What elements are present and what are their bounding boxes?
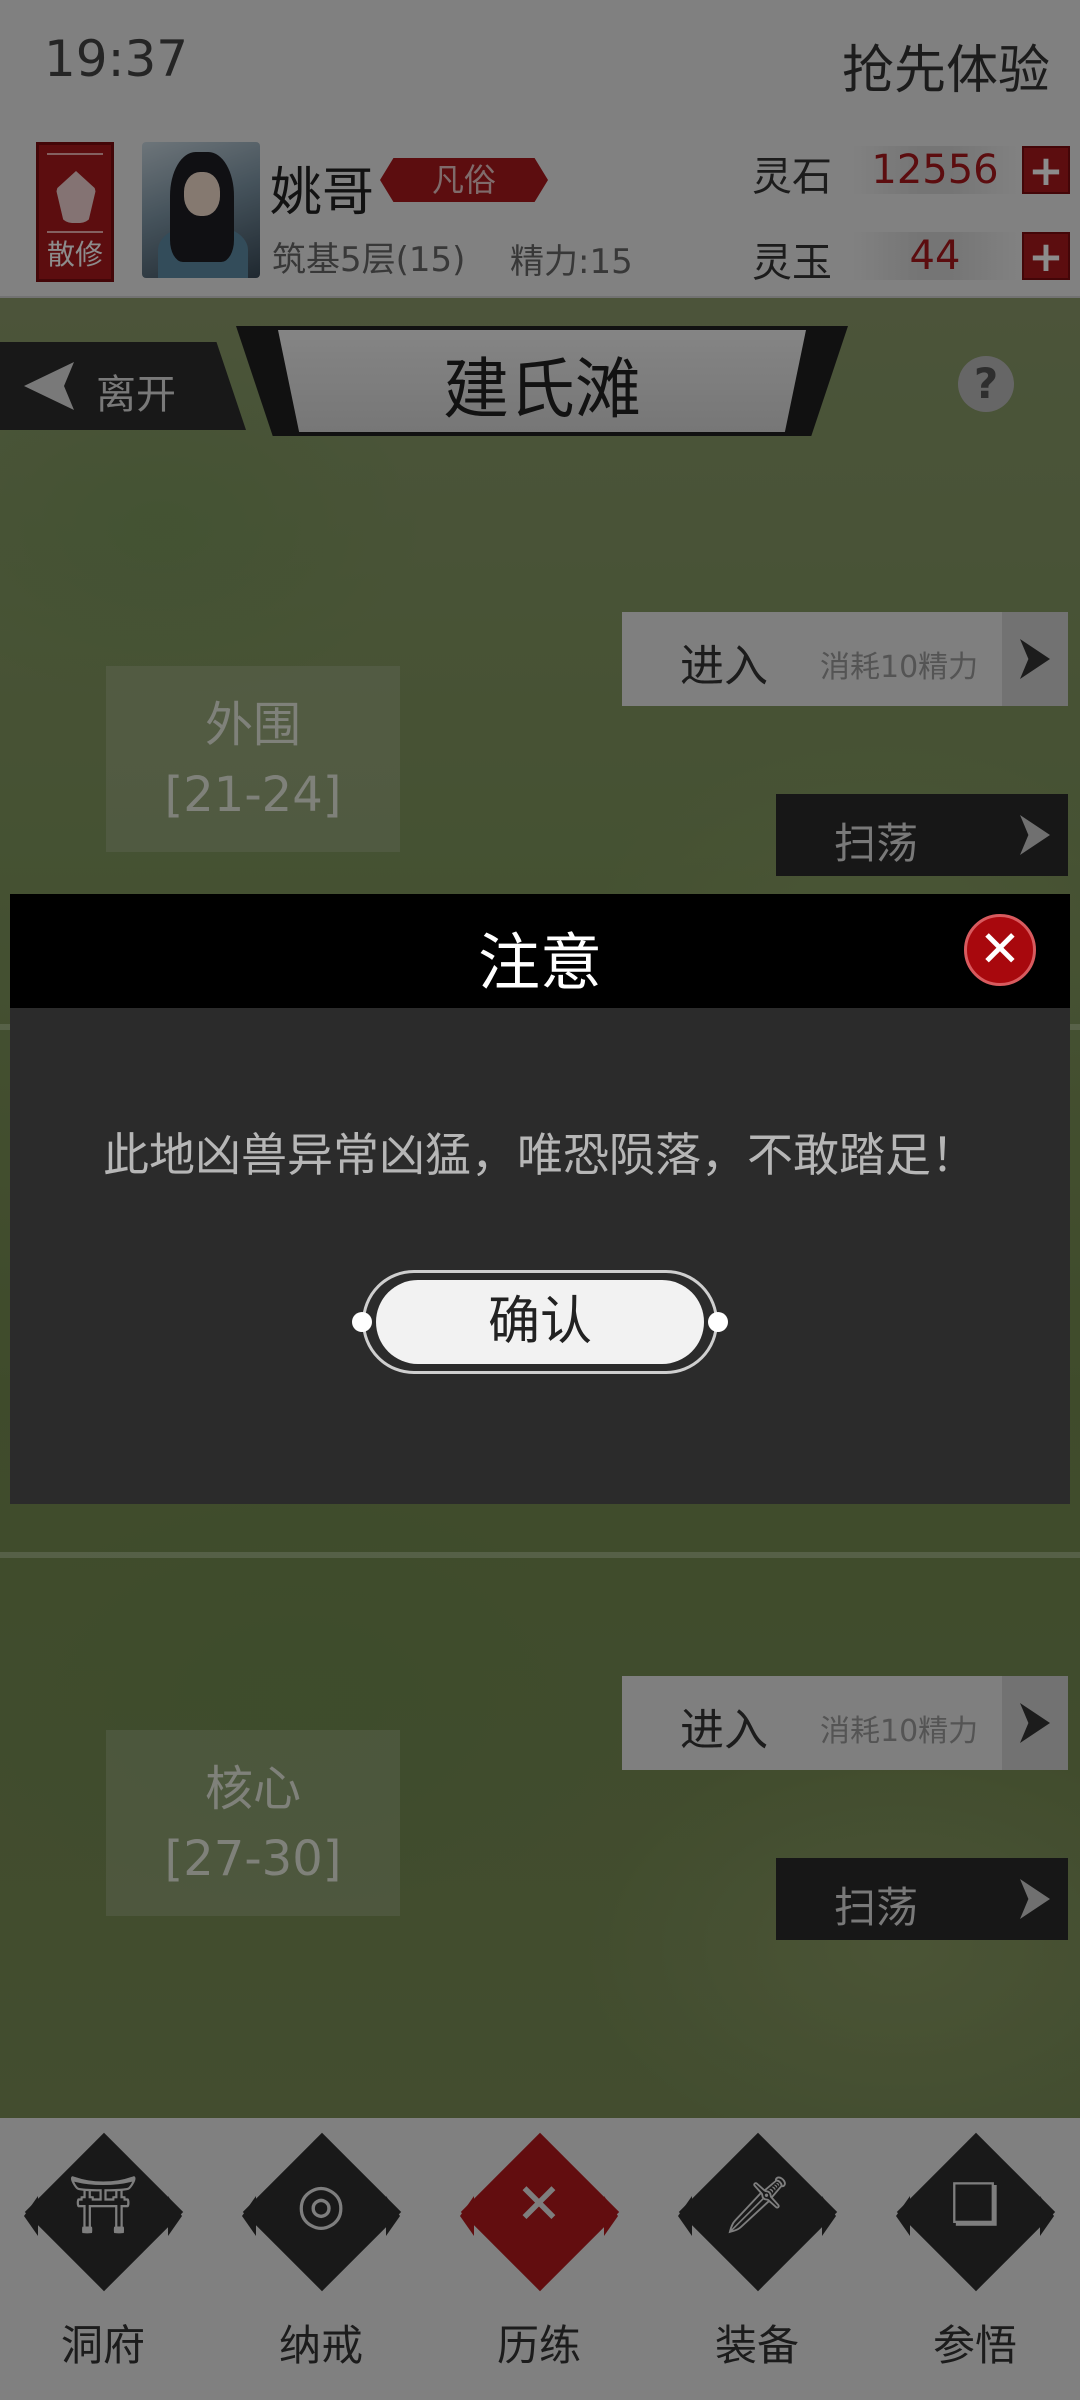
dialog-header: 注意 ✕ [10, 894, 1070, 1008]
button-ornament [708, 1312, 728, 1332]
notice-dialog: 注意 ✕ 此地凶兽异常凶猛，唯恐陨落，不敢踏足！ 确认 [10, 894, 1070, 1504]
dialog-title: 注意 [477, 926, 602, 999]
dialog-body: 此地凶兽异常凶猛，唯恐陨落，不敢踏足！ 确认 [10, 1008, 1070, 1504]
button-ornament [352, 1312, 372, 1332]
confirm-button[interactable]: 确认 [376, 1280, 704, 1364]
dialog-message: 此地凶兽异常凶猛，唯恐陨落，不敢踏足！ [103, 1128, 977, 1182]
close-icon[interactable]: ✕ [964, 914, 1036, 986]
